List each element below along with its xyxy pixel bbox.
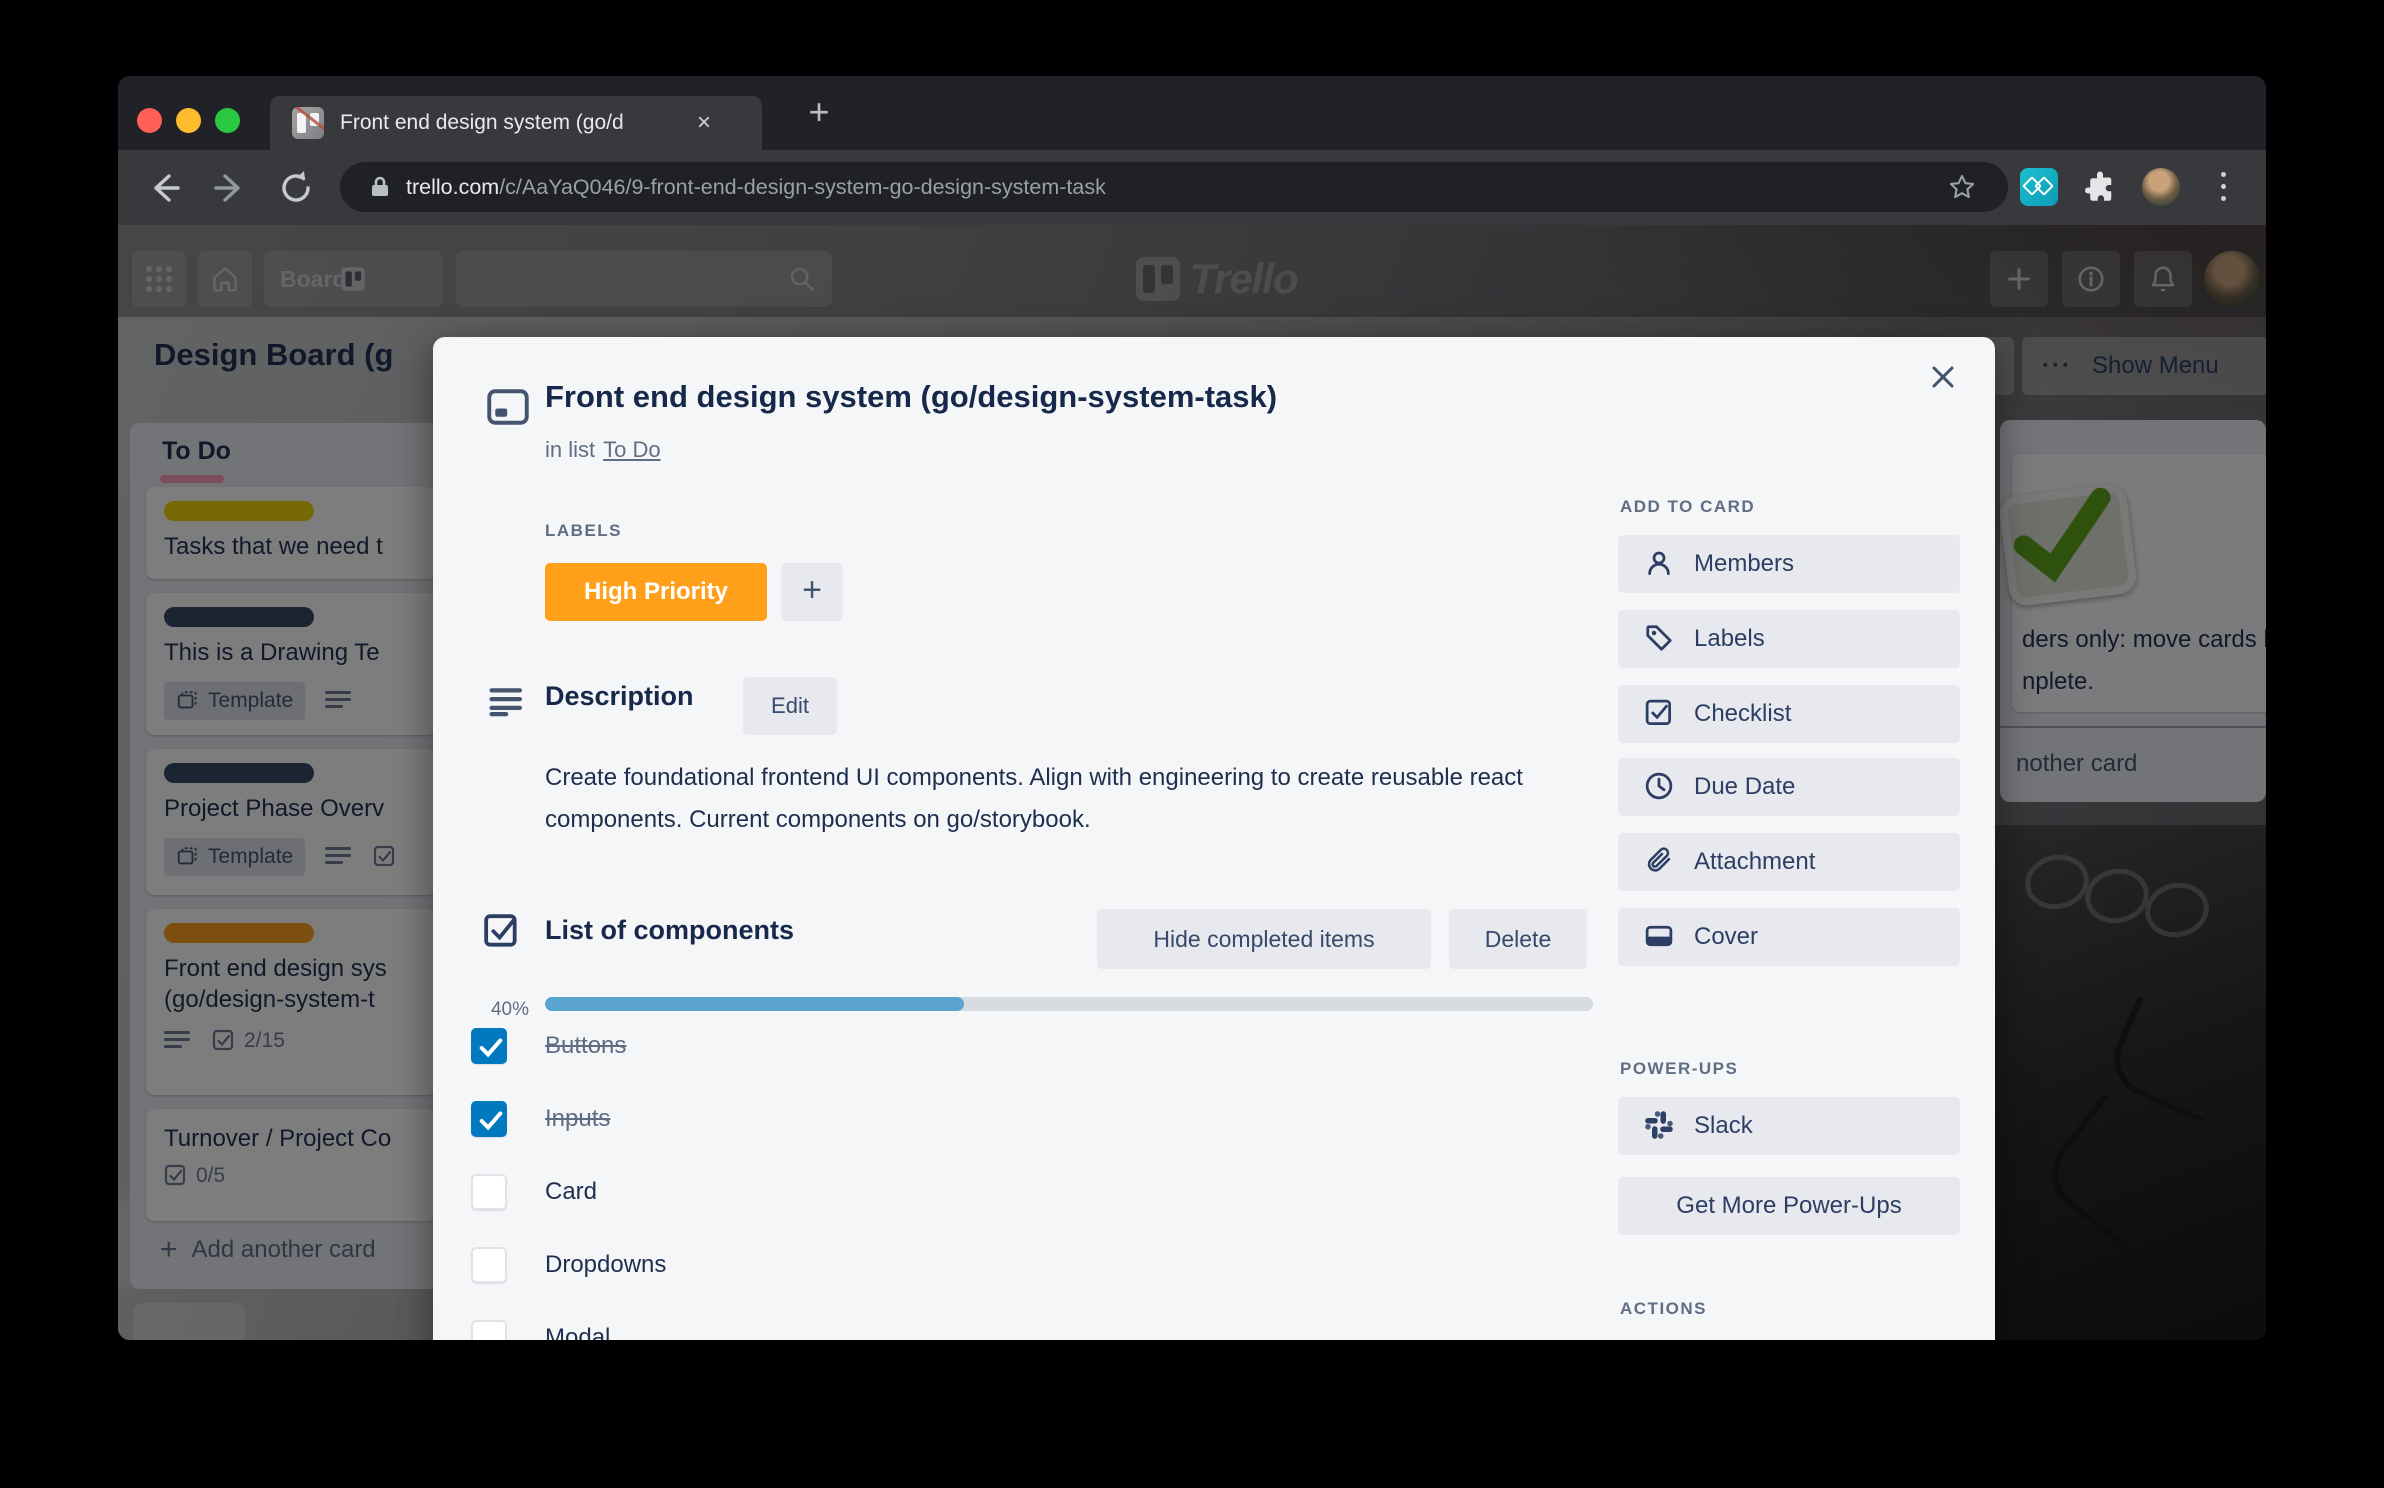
checklist-progress-fill	[545, 997, 964, 1011]
tag-icon	[1644, 623, 1674, 653]
description-heading: Description	[545, 681, 694, 712]
checklist-icon	[483, 913, 521, 951]
hide-completed-items-button[interactable]: Hide completed items	[1097, 909, 1431, 969]
clock-icon	[1644, 771, 1674, 801]
browser-window: Front end design system (go/d × + trello…	[118, 76, 2266, 1340]
due-date-button[interactable]: Due Date	[1618, 758, 1960, 816]
checklist-item-label[interactable]: Modal	[545, 1320, 610, 1340]
get-more-power-ups-button[interactable]: Get More Power-Ups	[1618, 1177, 1960, 1235]
checkbox[interactable]	[471, 1247, 507, 1283]
checklist-item: Dropdowns	[471, 1247, 1571, 1283]
browser-menu-kebab-icon[interactable]	[2220, 170, 2228, 206]
card-icon	[487, 389, 529, 425]
minimize-window-button[interactable]	[176, 108, 201, 133]
checklist-item-label[interactable]: Card	[545, 1174, 597, 1210]
url-path: /c/AaYaQ046/9-front-end-design-system-go…	[499, 175, 1106, 199]
checklist-item: Buttons	[471, 1028, 1571, 1064]
browser-tab[interactable]: Front end design system (go/d ×	[270, 96, 762, 150]
url-bar[interactable]: trello.com/c/AaYaQ046/9-front-end-design…	[340, 162, 2008, 212]
checklist-item: Modal	[471, 1320, 1571, 1340]
close-window-button[interactable]	[137, 108, 162, 133]
slack-button[interactable]: Slack	[1618, 1097, 1960, 1155]
url-domain: trello.com	[406, 175, 499, 199]
person-icon	[1644, 548, 1674, 578]
new-tab-button[interactable]: +	[794, 88, 844, 138]
labels-button[interactable]: Labels	[1618, 610, 1960, 668]
zoom-window-button[interactable]	[215, 108, 240, 133]
back-button[interactable]	[144, 168, 184, 208]
tab-strip: Front end design system (go/d × +	[118, 76, 2266, 150]
extension-icon[interactable]	[2020, 168, 2058, 206]
paperclip-icon	[1644, 846, 1674, 876]
list-link[interactable]: To Do	[603, 437, 660, 462]
cover-icon	[1644, 921, 1674, 951]
checklist-item: Card	[471, 1174, 1571, 1210]
label-chip-high-priority[interactable]: High Priority	[545, 563, 767, 621]
checklist-percent: 40%	[443, 999, 529, 1021]
tab-title: Front end design system (go/d	[340, 96, 680, 150]
add-label-button[interactable]: +	[781, 563, 843, 621]
edit-description-button[interactable]: Edit	[743, 677, 837, 735]
card-modal: Front end design system (go/design-syste…	[433, 337, 1995, 1340]
slack-icon	[1644, 1110, 1674, 1140]
attachment-button[interactable]: Attachment	[1618, 833, 1960, 891]
power-ups-heading: POWER-UPS	[1620, 1059, 1738, 1079]
tab-close-icon[interactable]: ×	[690, 109, 718, 137]
checkbox[interactable]	[471, 1174, 507, 1210]
card-modal-subtitle: in listTo Do	[545, 437, 661, 463]
checklist-button[interactable]: Checklist	[1618, 685, 1960, 743]
extensions-puzzle-icon[interactable]	[2082, 170, 2122, 210]
tab-favicon-icon	[292, 107, 324, 139]
browser-profile-avatar[interactable]	[2142, 168, 2180, 206]
url-text: trello.com/c/AaYaQ046/9-front-end-design…	[406, 162, 1106, 212]
description-icon	[489, 687, 525, 717]
checkbox[interactable]	[471, 1028, 507, 1064]
screen: Front end design system (go/d × + trello…	[0, 0, 2384, 1488]
checklist-heading: List of components	[545, 915, 794, 946]
description-body[interactable]: Create foundational frontend UI componen…	[545, 757, 1605, 841]
bookmark-star-icon[interactable]	[1948, 173, 1976, 201]
delete-checklist-button[interactable]: Delete	[1449, 909, 1587, 969]
checkbox[interactable]	[471, 1320, 507, 1340]
checkbox[interactable]	[471, 1101, 507, 1137]
page-content: Boards Trello	[118, 225, 2266, 1340]
card-modal-title[interactable]: Front end design system (go/design-syste…	[545, 379, 1277, 415]
checklist-item-label[interactable]: Dropdowns	[545, 1247, 666, 1283]
checklist-progress-track	[545, 997, 1593, 1011]
checklist-item: Inputs	[471, 1101, 1571, 1137]
checklist-icon	[1644, 698, 1674, 728]
lock-icon	[368, 175, 392, 199]
members-button[interactable]: Members	[1618, 535, 1960, 593]
add-to-card-heading: ADD TO CARD	[1620, 497, 1755, 517]
forward-button[interactable]	[210, 168, 250, 208]
close-icon[interactable]	[1927, 361, 1971, 405]
actions-heading: ACTIONS	[1620, 1299, 1707, 1319]
checklist-item-label[interactable]: Inputs	[545, 1101, 610, 1137]
cover-button[interactable]: Cover	[1618, 908, 1960, 966]
checklist-item-label[interactable]: Buttons	[545, 1028, 626, 1064]
browser-toolbar: trello.com/c/AaYaQ046/9-front-end-design…	[118, 150, 2266, 225]
labels-heading: LABELS	[545, 521, 622, 541]
reload-button[interactable]	[276, 168, 316, 208]
